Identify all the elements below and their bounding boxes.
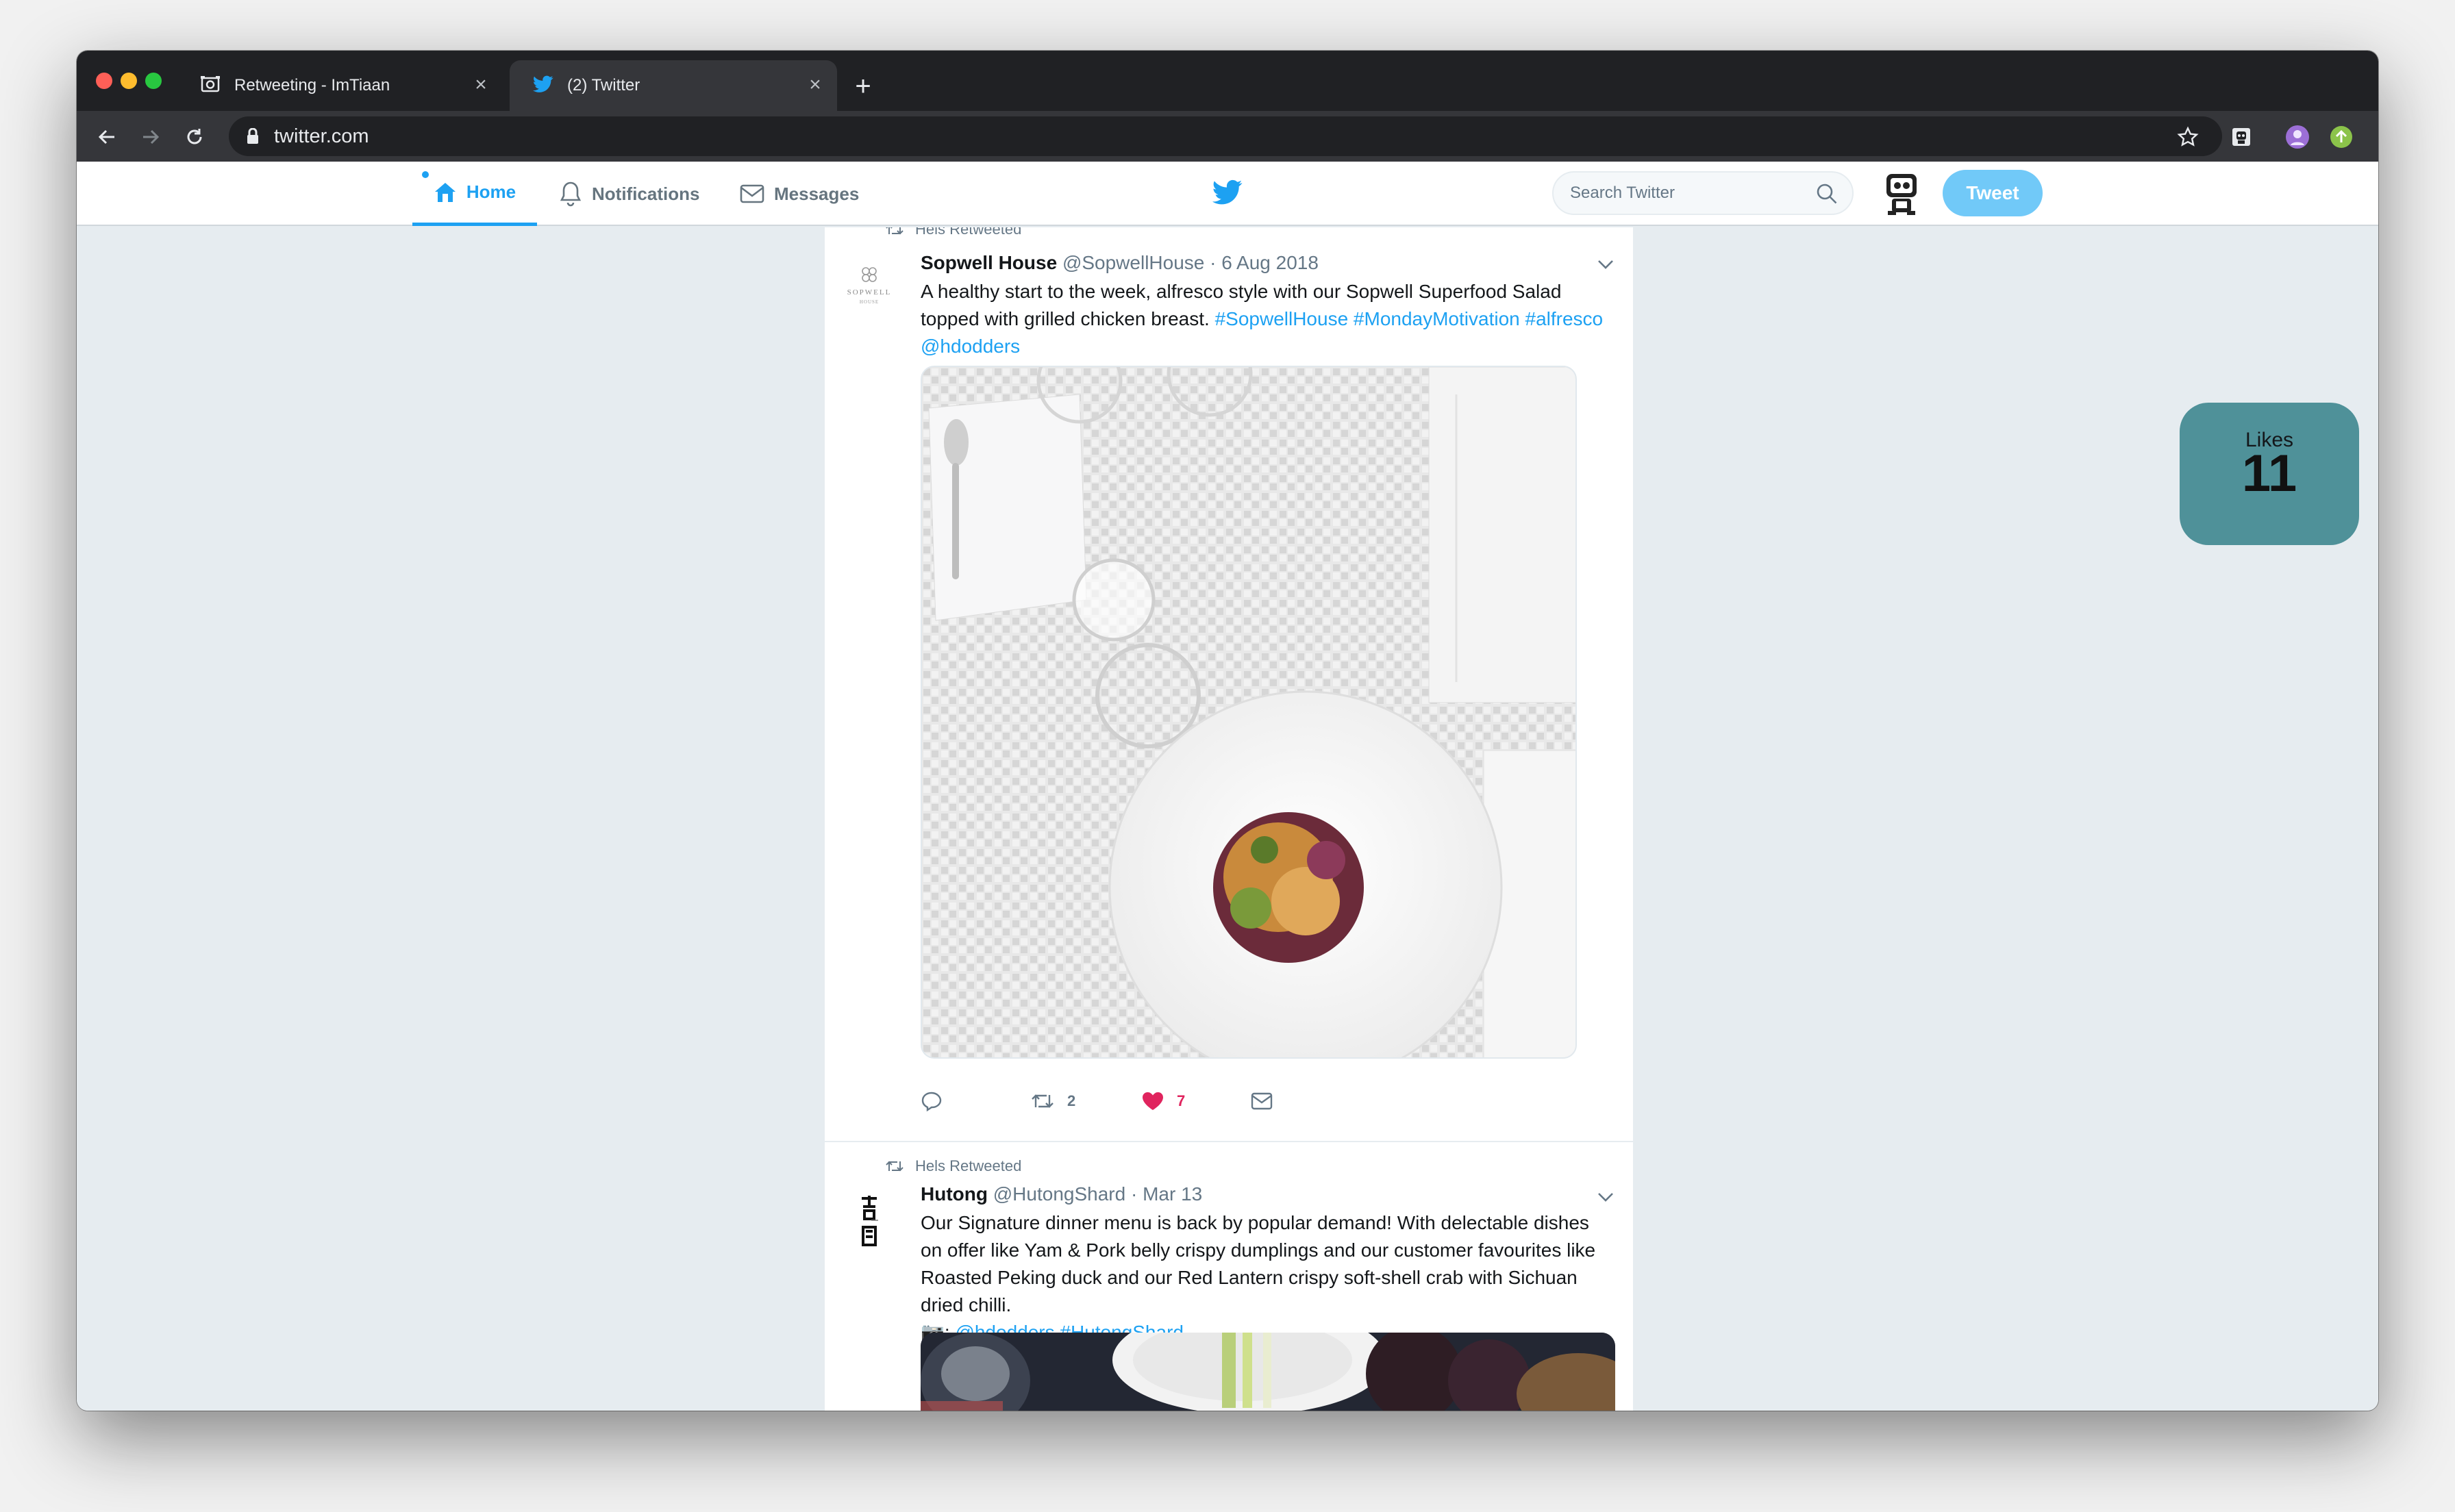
twitter-bird-icon (533, 75, 553, 97)
retweeted-by-label: Hels Retweeted (915, 227, 1022, 238)
tweet-text: Our Signature dinner menu is back by pop… (921, 1209, 1612, 1346)
twitter-top-nav: Home Notifications Messages Search Twitt… (77, 162, 2378, 226)
retweet-icon (1032, 1094, 1054, 1108)
author-handle[interactable]: @SopwellHouse (1062, 252, 1204, 273)
close-tab-icon[interactable]: × (801, 71, 829, 99)
nav-notifications-label: Notifications (592, 183, 700, 204)
tweet-photo[interactable] (921, 1333, 1615, 1411)
author-name[interactable]: Hutong (921, 1183, 988, 1205)
close-tab-icon[interactable]: × (467, 71, 495, 99)
tab-title: (2) Twitter (567, 76, 640, 94)
avatar[interactable]: SOPWELL HOUSE (836, 253, 903, 320)
avatar[interactable] (836, 1186, 903, 1253)
like-button[interactable]: 7 (1141, 1087, 1185, 1115)
tweet-header: Hutong @HutongShard · Mar 13 (921, 1183, 1202, 1205)
extension-robot-icon (2232, 128, 2250, 146)
envelope-icon (740, 184, 764, 203)
timeline: Hels Retweeted SOPWELL HOUSE Sopwell Hou… (825, 227, 1633, 1411)
back-button[interactable] (90, 121, 123, 153)
like-count: 7 (1177, 1092, 1186, 1109)
tweet-button[interactable]: Tweet (1943, 170, 2043, 216)
tweet-date[interactable]: · Mar 13 (1131, 1183, 1202, 1205)
browser-window: Retweeting - ImTiaan × (2) Twitter × + t… (77, 51, 2378, 1411)
reload-button[interactable] (178, 121, 211, 153)
star-icon (2177, 126, 2199, 147)
tweet-actions: 2 7 (921, 1087, 1400, 1115)
nav-home[interactable]: Home (412, 162, 537, 226)
new-content-dot (422, 171, 429, 178)
minimize-window-button[interactable] (121, 73, 137, 89)
tweet-text-plain: Our Signature dinner menu is back by pop… (921, 1212, 1596, 1315)
dinner-photo-image (921, 1333, 1615, 1411)
search-input[interactable]: Search Twitter (1552, 171, 1854, 215)
search-placeholder: Search Twitter (1570, 184, 1675, 202)
reply-icon (921, 1092, 942, 1111)
search-icon[interactable] (1815, 182, 1839, 205)
avatar-text: SOPWELL (847, 288, 892, 297)
profile-avatar-button[interactable] (2281, 121, 2314, 153)
author-name[interactable]: Sopwell House (921, 252, 1057, 273)
tweet-card[interactable]: Hels Retweeted Hutong @HutongShard · Mar… (825, 1144, 1633, 1411)
salad-photo-image (922, 367, 1575, 1057)
maximize-window-button[interactable] (145, 73, 162, 89)
new-tab-button[interactable]: + (845, 68, 881, 104)
heart-icon (1143, 1092, 1163, 1110)
twitter-logo-icon[interactable] (1212, 179, 1243, 205)
retweet-button[interactable]: 2 (1030, 1087, 1075, 1115)
tweet-date[interactable]: · 6 Aug 2018 (1210, 252, 1319, 273)
address-bar[interactable]: twitter.com (229, 116, 2222, 156)
browser-toolbar: twitter.com (77, 111, 2378, 162)
likes-value: 11 (2241, 444, 2297, 503)
update-extension-button[interactable] (2325, 121, 2358, 153)
retweeted-by-label: Hels Retweeted (915, 1157, 1022, 1174)
tweet-header: Sopwell House @SopwellHouse · 6 Aug 2018 (921, 252, 1319, 274)
author-handle[interactable]: @HutongShard (993, 1183, 1125, 1205)
tab-twitter[interactable]: (2) Twitter × (510, 60, 837, 111)
nav-messages[interactable]: Messages (740, 162, 859, 226)
envelope-icon (1251, 1092, 1273, 1110)
camera-icon (200, 74, 221, 98)
tab-retweeting[interactable]: Retweeting - ImTiaan × (177, 60, 503, 111)
tweet-card[interactable]: Hels Retweeted SOPWELL HOUSE Sopwell Hou… (825, 227, 1633, 1142)
reply-button[interactable] (921, 1087, 943, 1115)
retweet-count: 2 (1067, 1092, 1076, 1109)
arrow-left-icon (98, 129, 114, 144)
bookmark-star-button[interactable] (2171, 121, 2204, 153)
retweet-icon (886, 227, 904, 235)
user-avatar-robot-icon[interactable] (1881, 173, 1922, 216)
tweet-photo[interactable] (921, 366, 1577, 1059)
forward-button[interactable] (134, 121, 167, 153)
retweet-indicator: Hels Retweeted (885, 227, 1021, 238)
lock-icon (247, 128, 258, 144)
hutong-logo-icon (862, 1196, 878, 1246)
bell-icon (560, 181, 582, 207)
profile-avatar-icon (2286, 125, 2309, 149)
avatar-subtext: HOUSE (860, 299, 879, 305)
arrow-right-icon (143, 129, 160, 144)
nav-messages-label: Messages (774, 183, 860, 204)
tweet-menu-button[interactable] (1593, 252, 1618, 277)
reload-icon (187, 129, 202, 144)
twitter-page: Home Notifications Messages Search Twitt… (77, 162, 2378, 1411)
sopwell-house-logo-icon: SOPWELL HOUSE (847, 267, 892, 305)
url-text: twitter.com (274, 125, 369, 147)
tab-strip: Retweeting - ImTiaan × (2) Twitter × + (77, 51, 2378, 111)
tweet-menu-button[interactable] (1593, 1185, 1618, 1209)
chevron-down-icon (1598, 260, 1613, 269)
tab-title: Retweeting - ImTiaan (234, 76, 390, 94)
direct-message-button[interactable] (1251, 1087, 1273, 1115)
nav-home-label: Home (466, 181, 516, 202)
close-window-button[interactable] (96, 73, 112, 89)
nav-notifications[interactable]: Notifications (559, 162, 699, 226)
tweet-text: A healthy start to the week, alfresco st… (921, 278, 1612, 360)
chevron-down-icon (1598, 1193, 1613, 1202)
green-extension-icon (2330, 126, 2352, 148)
likes-counter-badge: Likes 11 (2180, 403, 2359, 545)
extension-button[interactable] (2225, 121, 2258, 153)
retweet-icon (886, 1161, 904, 1172)
retweet-indicator: Hels Retweeted (885, 1157, 1021, 1175)
home-icon (434, 182, 456, 202)
